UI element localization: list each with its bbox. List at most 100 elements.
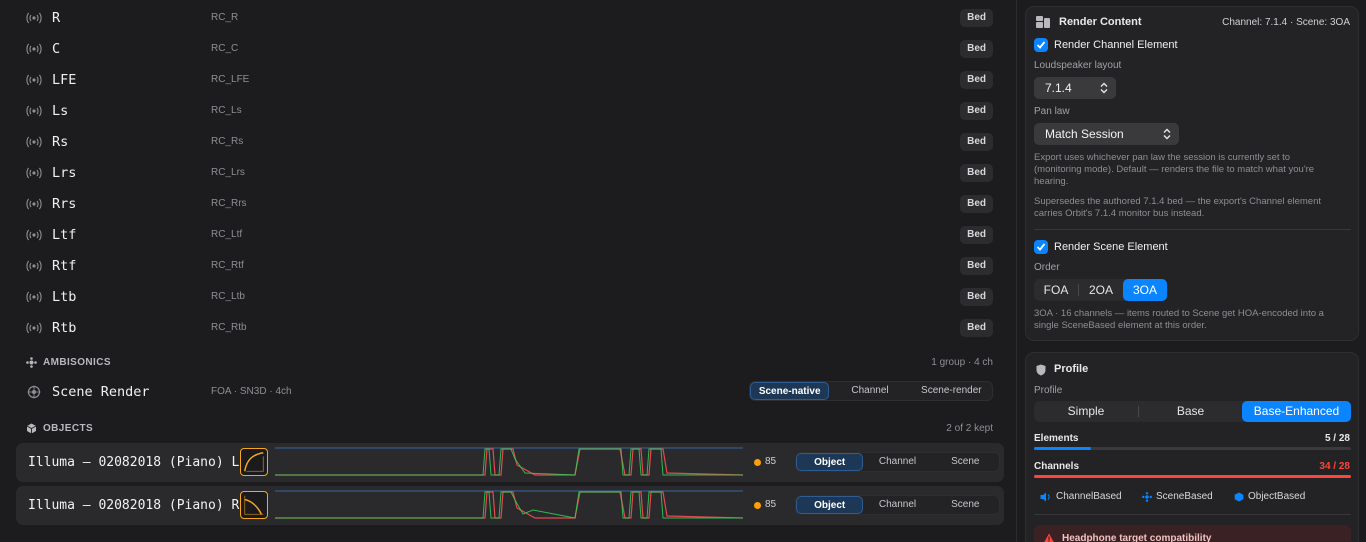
bed-badge[interactable]: Bed xyxy=(960,133,993,151)
channelbased-tag: ChannelBased xyxy=(1040,488,1122,505)
loudspeaker-layout-value: 7.1.4 xyxy=(1045,81,1072,95)
mode-channel[interactable]: Channel xyxy=(863,453,931,471)
speaker-icon xyxy=(1040,492,1050,501)
object-row[interactable]: Illuma – 02082018 (Piano) R 85 Object Ch… xyxy=(16,486,1004,525)
broadcast-icon xyxy=(26,43,42,55)
render-content-title: Render Content xyxy=(1059,16,1142,28)
order-2oa[interactable]: 2OA xyxy=(1079,279,1123,301)
channel-name: Lrs xyxy=(52,165,77,181)
bed-badge[interactable]: Bed xyxy=(960,288,993,306)
scene-icon xyxy=(1142,491,1152,502)
profile-card: Profile Profile Simple Base Base-Enhance… xyxy=(1025,352,1359,542)
mode-scene[interactable]: Scene xyxy=(932,453,999,471)
mode-object[interactable]: Object xyxy=(796,496,864,514)
render-channel-checkbox[interactable] xyxy=(1034,38,1048,52)
object-mode-selector[interactable]: Object Channel Scene xyxy=(795,452,1000,472)
channel-row[interactable]: Lrs RC_Lrs Bed xyxy=(8,157,1013,188)
channel-id: RC_Rs xyxy=(211,136,244,147)
profile-base-enhanced[interactable]: Base-Enhanced xyxy=(1242,401,1351,422)
scene-render-mode-selector[interactable]: Scene-native Channel Scene-render xyxy=(749,381,993,401)
broadcast-icon xyxy=(26,198,42,210)
object-name: Illuma – 02082018 (Piano) R xyxy=(28,498,240,513)
mode-scene-render[interactable]: Scene-render xyxy=(911,382,992,400)
mode-scene[interactable]: Scene xyxy=(932,496,999,514)
profile-simple[interactable]: Simple xyxy=(1034,401,1138,422)
pan-law-help-text: Export uses whichever pan law the sessio… xyxy=(1034,152,1315,187)
channel-id: RC_Ltf xyxy=(211,229,243,240)
elements-usage-bar xyxy=(1034,447,1351,450)
order-foa[interactable]: FOA xyxy=(1034,279,1078,301)
channel-id: RC_Rtf xyxy=(211,260,244,271)
mode-scene-native[interactable]: Scene-native xyxy=(750,382,830,400)
scene-render-name: Scene Render xyxy=(52,384,150,400)
ambisonic-sphere-icon xyxy=(27,385,41,399)
channel-row[interactable]: Rtb RC_Rtb Bed xyxy=(8,312,1013,343)
pan-law-value: Match Session xyxy=(1045,127,1124,141)
headphone-warning-text: Headphone target compatibility xyxy=(1062,533,1212,542)
scene-render-row[interactable]: Scene Render FOA · SN3D · 4ch Scene-nati… xyxy=(8,376,1013,407)
broadcast-icon xyxy=(26,74,42,86)
profile-base[interactable]: Base xyxy=(1139,401,1242,422)
profile-title: Profile xyxy=(1054,363,1089,375)
profile-selector[interactable]: Simple Base Base-Enhanced xyxy=(1034,401,1351,422)
channel-row[interactable]: Rtf RC_Rtf Bed xyxy=(8,250,1013,281)
bed-badge[interactable]: Bed xyxy=(960,257,993,275)
loudspeaker-layout-label: Loudspeaker layout xyxy=(1034,60,1122,71)
checkmark-icon xyxy=(1036,41,1046,49)
channel-row[interactable]: Ltb RC_Ltb Bed xyxy=(8,281,1013,312)
order-help-text: 3OA · 16 channels — items routed to Scen… xyxy=(1034,308,1324,331)
channel-id: RC_Rrs xyxy=(211,198,247,209)
elements-value: 5 / 28 xyxy=(1324,433,1350,444)
loudspeaker-layout-select[interactable]: 7.1.4 xyxy=(1034,77,1116,99)
bed-badge[interactable]: Bed xyxy=(960,164,993,182)
order-3oa[interactable]: 3OA xyxy=(1123,279,1167,301)
section-divider xyxy=(1034,514,1351,515)
cube-icon xyxy=(1234,492,1244,501)
object-row[interactable]: Illuma – 02082018 (Piano) L 85 Object Ch… xyxy=(16,443,1004,482)
render-scene-checkbox[interactable] xyxy=(1034,240,1048,254)
warning-triangle-icon xyxy=(1044,533,1054,542)
render-content-icon xyxy=(1036,16,1050,28)
bed-badge[interactable]: Bed xyxy=(960,102,993,120)
channel-id: RC_C xyxy=(211,43,239,54)
object-priority-value: 85 xyxy=(765,499,777,510)
bed-badge[interactable]: Bed xyxy=(960,195,993,213)
bed-badge[interactable]: Bed xyxy=(960,71,993,89)
bed-badge[interactable]: Bed xyxy=(960,319,993,337)
channel-row[interactable]: Ls RC_Ls Bed xyxy=(8,95,1013,126)
mode-channel[interactable]: Channel xyxy=(829,382,910,400)
channel-row[interactable]: R RC_R Bed xyxy=(8,2,1013,33)
hoa-order-selector[interactable]: FOA 2OA 3OA xyxy=(1034,279,1168,301)
object-mode-selector[interactable]: Object Channel Scene xyxy=(795,495,1000,515)
object-automation-waveform xyxy=(275,447,743,476)
mode-channel[interactable]: Channel xyxy=(863,496,931,514)
mode-object[interactable]: Object xyxy=(796,453,864,471)
pan-law-label: Pan law xyxy=(1034,106,1070,117)
channel-name: LFE xyxy=(52,72,77,88)
render-scene-label: Render Scene Element xyxy=(1054,241,1168,253)
updown-chevron-icon xyxy=(1163,128,1171,140)
channel-row[interactable]: Rrs RC_Rrs Bed xyxy=(8,188,1013,219)
channel-name: Rtb xyxy=(52,320,77,336)
bed-badge[interactable]: Bed xyxy=(960,226,993,244)
channel-id: RC_Ls xyxy=(211,105,242,116)
bed-badge[interactable]: Bed xyxy=(960,40,993,58)
cube-icon xyxy=(26,423,37,433)
channel-row[interactable]: Ltf RC_Ltf Bed xyxy=(8,219,1013,250)
object-priority-value: 85 xyxy=(765,456,777,467)
headphone-warning-banner: Headphone target compatibility xyxy=(1034,525,1351,542)
channel-row[interactable]: LFE RC_LFE Bed xyxy=(8,64,1013,95)
channel-row[interactable]: Rs RC_Rs Bed xyxy=(8,126,1013,157)
channel-row[interactable]: C RC_C Bed xyxy=(8,33,1013,64)
broadcast-icon xyxy=(26,136,42,148)
pan-law-select[interactable]: Match Session xyxy=(1034,123,1179,145)
broadcast-icon xyxy=(26,229,42,241)
channels-usage-bar xyxy=(1034,475,1351,478)
bed-badge[interactable]: Bed xyxy=(960,9,993,27)
panel-divider xyxy=(1016,0,1017,542)
channels-value: 34 / 28 xyxy=(1319,461,1350,472)
channels-label: Channels xyxy=(1034,461,1080,472)
broadcast-icon xyxy=(26,105,42,117)
shield-icon xyxy=(1036,364,1046,376)
scenebased-tag: SceneBased xyxy=(1142,488,1213,505)
